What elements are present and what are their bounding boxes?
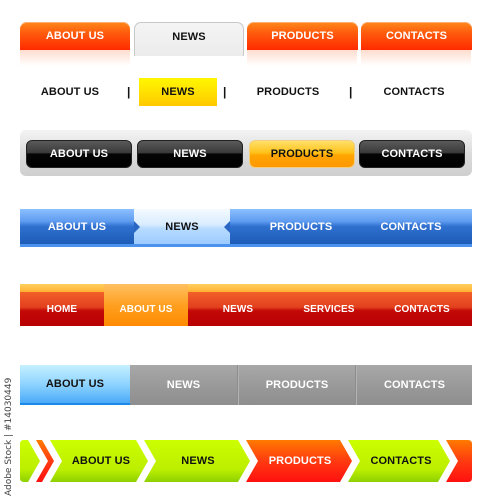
- arrow-right-icon: [134, 221, 140, 233]
- nav-contacts[interactable]: CONTACTS: [357, 365, 472, 405]
- tab-reflection: [247, 50, 357, 66]
- tab-about-us[interactable]: ABOUT US: [20, 22, 130, 50]
- tab-label: NEWS: [172, 30, 206, 43]
- nav-news[interactable]: NEWS: [134, 209, 230, 244]
- stock-credit: Adobe Stock | #14030449: [4, 377, 14, 496]
- chevron-nav-bar: ABOUT US NEWS PRODUCTS CONTACTS: [20, 440, 472, 482]
- button-label: ABOUT US: [49, 148, 109, 160]
- nav-services[interactable]: SERVICES: [284, 292, 374, 326]
- button-label: PRODUCTS: [270, 148, 334, 160]
- tab-label: CONTACTS: [385, 30, 448, 42]
- orange-tab-nav: ABOUT US NEWS PRODUCTS CONTACTS: [20, 22, 472, 72]
- nav-products[interactable]: PRODUCTS: [256, 440, 344, 482]
- nav-news[interactable]: NEWS: [139, 78, 217, 106]
- nav-label: SERVICES: [303, 303, 355, 315]
- nav-news[interactable]: NEWS: [130, 365, 237, 405]
- tab-contacts[interactable]: CONTACTS: [361, 22, 472, 50]
- arrow-left-icon: [224, 221, 230, 233]
- nav-label: ABOUT US: [45, 378, 105, 390]
- separator: |: [127, 85, 131, 99]
- nav-label: NEWS: [165, 220, 199, 233]
- nav-home[interactable]: HOME: [20, 292, 104, 326]
- nav-label: CONTACTS: [380, 220, 442, 233]
- nav-label: CONTACTS: [383, 379, 446, 391]
- nav-label: PRODUCTS: [265, 379, 329, 391]
- red-nav-bar: HOME ABOUT US NEWS SERVICES CONTACTS: [20, 284, 472, 332]
- nav-label: ABOUT US: [47, 220, 107, 233]
- chevron-start: [20, 440, 40, 482]
- nav-label: ABOUT US: [40, 86, 100, 98]
- nav-label: NEWS: [222, 303, 254, 315]
- nav-label: NEWS: [166, 379, 201, 391]
- nav-products[interactable]: PRODUCTS: [242, 78, 334, 106]
- nav-label: CONTACTS: [383, 86, 445, 98]
- tab-label: PRODUCTS: [271, 30, 334, 42]
- button-about-us[interactable]: ABOUT US: [26, 140, 132, 168]
- button-news[interactable]: NEWS: [137, 140, 243, 168]
- nav-contacts[interactable]: CONTACTS: [358, 440, 444, 482]
- nav-label: CONTACTS: [394, 303, 450, 315]
- glossy-button-nav: ABOUT US NEWS PRODUCTS CONTACTS: [20, 130, 472, 176]
- button-label: CONTACTS: [381, 148, 443, 160]
- nav-about-us[interactable]: ABOUT US: [20, 365, 130, 405]
- nav-products[interactable]: PRODUCTS: [239, 365, 355, 405]
- nav-news[interactable]: NEWS: [154, 440, 242, 482]
- separator: |: [349, 85, 353, 99]
- nav-about-us[interactable]: ABOUT US: [20, 209, 134, 244]
- nav-label: PRODUCTS: [268, 455, 332, 467]
- tab-reflection: [361, 50, 471, 66]
- button-label: NEWS: [173, 148, 207, 160]
- nav-label: HOME: [46, 303, 78, 315]
- tab-news[interactable]: NEWS: [134, 22, 244, 56]
- nav-label: CONTACTS: [370, 455, 432, 467]
- nav-label: NEWS: [161, 86, 195, 98]
- nav-label: ABOUT US: [71, 455, 131, 467]
- nav-products[interactable]: PRODUCTS: [246, 209, 356, 244]
- tab-products[interactable]: PRODUCTS: [247, 22, 358, 50]
- nav-label: ABOUT US: [119, 303, 173, 315]
- blue-nav-bar: ABOUT US NEWS PRODUCTS CONTACTS: [20, 209, 472, 247]
- nav-label: PRODUCTS: [269, 220, 333, 233]
- tab-reflection: [20, 50, 130, 66]
- nav-about-us[interactable]: ABOUT US: [60, 440, 142, 482]
- nav-news[interactable]: NEWS: [200, 292, 276, 326]
- button-contacts[interactable]: CONTACTS: [359, 140, 465, 168]
- text-separated-nav: ABOUT US | NEWS | PRODUCTS | CONTACTS: [20, 78, 472, 106]
- nav-about-us[interactable]: ABOUT US: [20, 78, 120, 106]
- nav-contacts[interactable]: CONTACTS: [366, 78, 462, 106]
- separator: |: [223, 85, 227, 99]
- nav-about-us[interactable]: ABOUT US: [104, 284, 188, 326]
- top-strip: [20, 284, 472, 292]
- grey-nav-bar: ABOUT US NEWS PRODUCTS CONTACTS: [20, 365, 472, 405]
- nav-contacts[interactable]: CONTACTS: [376, 292, 468, 326]
- tab-label: ABOUT US: [45, 30, 105, 42]
- nav-label: PRODUCTS: [256, 86, 320, 98]
- nav-label: NEWS: [181, 455, 215, 467]
- button-products[interactable]: PRODUCTS: [249, 140, 355, 168]
- nav-contacts[interactable]: CONTACTS: [356, 209, 466, 244]
